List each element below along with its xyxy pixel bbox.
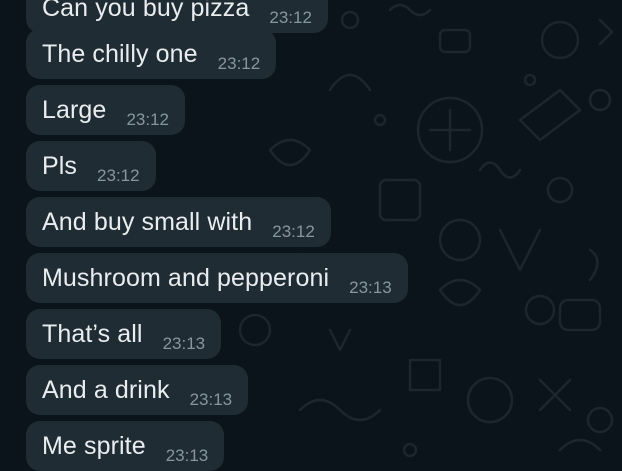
message-time: 23:12 — [217, 54, 261, 73]
message-bubble[interactable]: And buy small with 23:12 — [26, 197, 331, 247]
message-time: 23:13 — [165, 446, 209, 465]
message-text: That’s all — [42, 319, 143, 348]
message-bubble[interactable]: Pls 23:12 — [26, 141, 156, 191]
message-bubble[interactable]: Me sprite 23:13 — [26, 421, 225, 471]
message-time: 23:12 — [269, 8, 312, 27]
message-time: 23:13 — [162, 334, 206, 353]
message-bubble[interactable]: And a drink 23:13 — [26, 365, 249, 415]
message-time: 23:13 — [349, 278, 392, 297]
message-text: And buy small with — [42, 207, 253, 236]
message-text: And a drink — [42, 375, 170, 404]
message-text: Can you buy pizza — [42, 0, 250, 22]
message-text: Mushroom and pepperoni — [42, 263, 330, 292]
message-text: The chilly one — [42, 39, 198, 68]
message-time: 23:12 — [272, 222, 315, 241]
message-bubble[interactable]: The chilly one 23:12 — [26, 29, 277, 79]
message-time: 23:12 — [97, 166, 140, 185]
message-text: Me sprite — [42, 431, 146, 460]
message-time: 23:13 — [189, 390, 233, 409]
message-bubble[interactable]: Mushroom and pepperoni 23:13 — [26, 253, 408, 303]
message-text: Pls — [42, 151, 78, 180]
message-bubble[interactable]: Large 23:12 — [26, 85, 185, 135]
message-time: 23:12 — [126, 110, 169, 129]
message-bubble[interactable]: That’s all 23:13 — [26, 309, 222, 359]
chat-message-list[interactable]: Can you buy pizza 23:12 The chilly one 2… — [0, 0, 622, 471]
message-text: Large — [42, 95, 107, 124]
